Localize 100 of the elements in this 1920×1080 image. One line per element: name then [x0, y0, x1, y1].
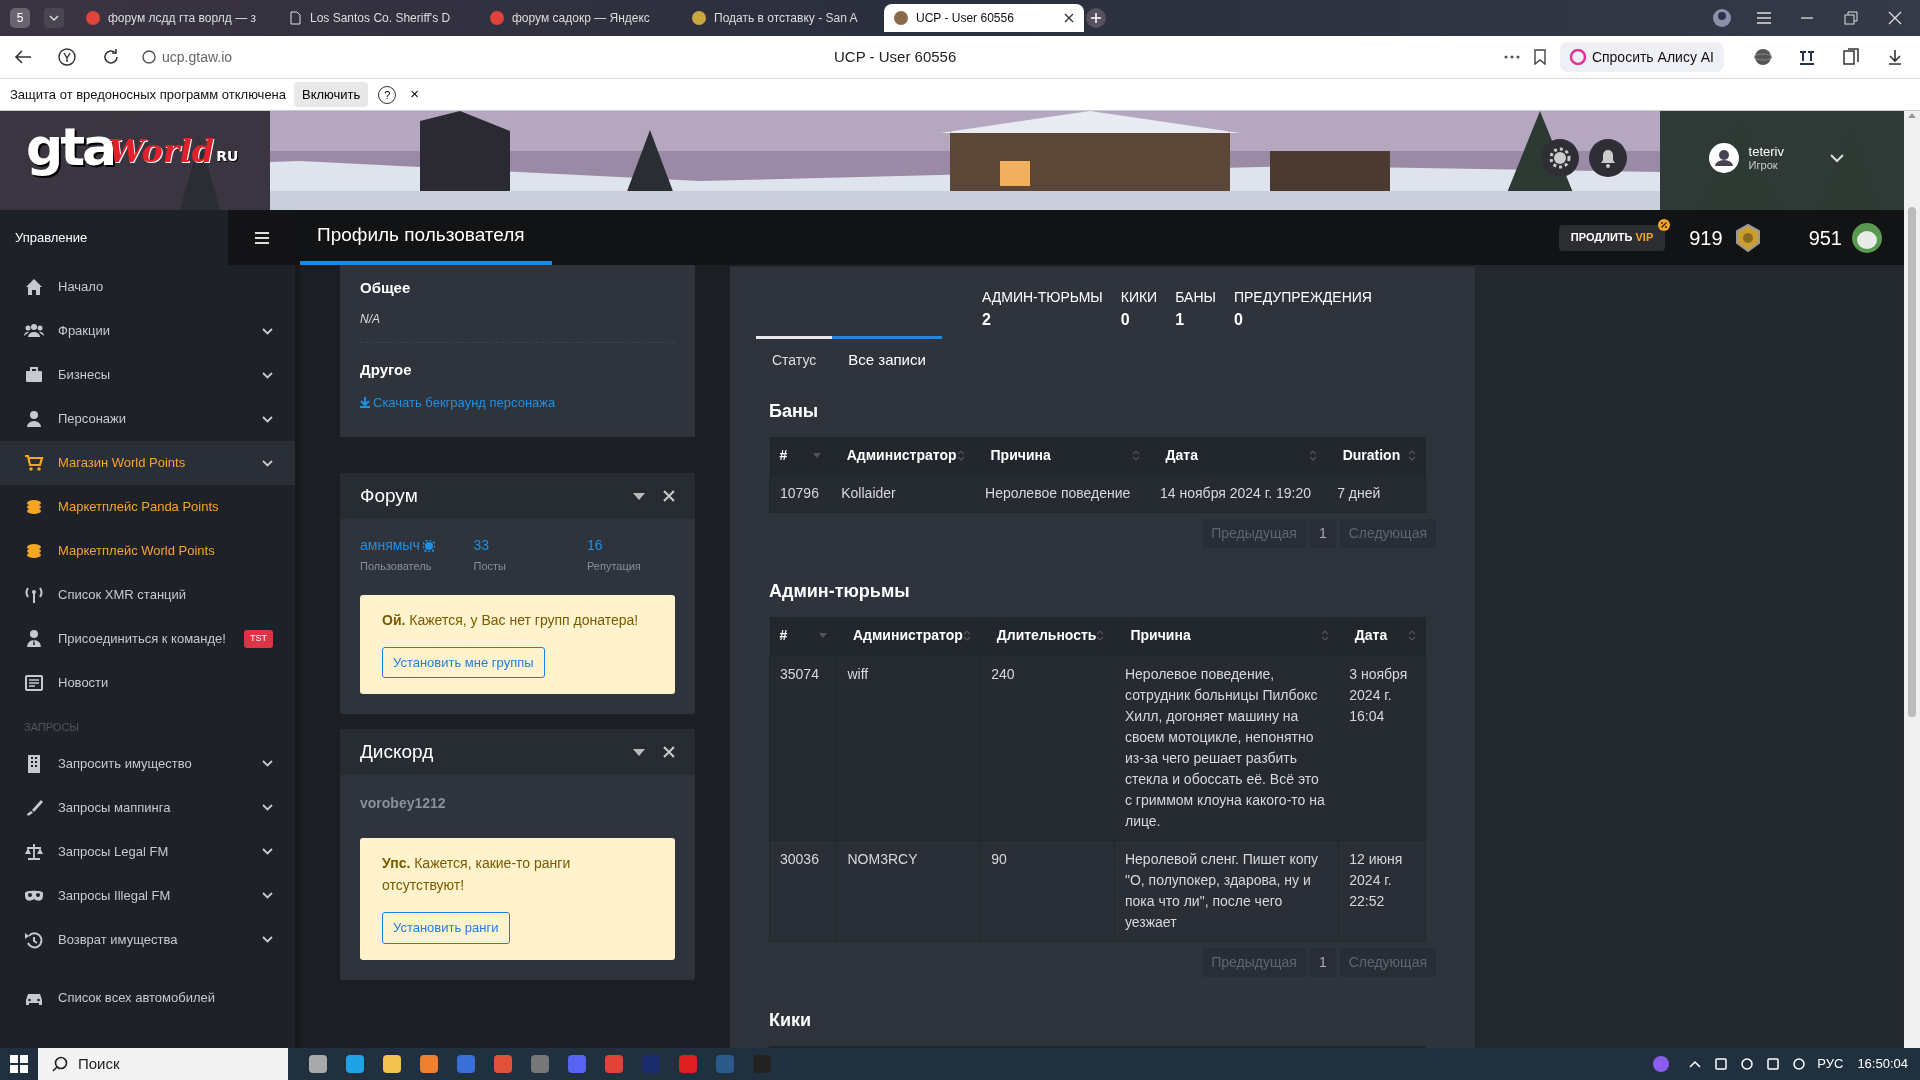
download-link[interactable]: Скачать бекграунд персонажа [360, 392, 556, 413]
download-icon[interactable] [1886, 48, 1904, 66]
clock[interactable]: 16:50:04 [1857, 1054, 1908, 1074]
enable-button[interactable]: Включить [294, 81, 369, 108]
microphone-icon[interactable] [1739, 1056, 1756, 1072]
stat-value[interactable]: амнямыч [360, 535, 420, 556]
counter-label: КИКИ [1120, 288, 1158, 307]
sidebar-item[interactable]: Присоединиться к команде! TST [0, 617, 295, 661]
sidebar-item[interactable]: Начало [0, 265, 295, 309]
reload-icon[interactable] [102, 48, 120, 66]
sidebar-item[interactable]: Бизнесы [0, 353, 295, 397]
section-title: Админ-тюрьмы [769, 580, 911, 603]
column-header[interactable]: Администратор [837, 617, 981, 655]
collections-icon[interactable] [1842, 48, 1860, 66]
counter-value: 2 [982, 310, 992, 330]
badge-label: TST [244, 630, 273, 648]
display-icon[interactable] [1765, 1056, 1782, 1072]
column-header[interactable]: # [769, 436, 831, 475]
action-button[interactable]: Установить ранги [382, 912, 510, 944]
assistant-button[interactable]: Спросить Алису AI [1559, 42, 1724, 72]
notifications-button[interactable] [1588, 139, 1627, 177]
sidebar-item[interactable]: Маркетплейс World Points [0, 529, 295, 573]
user-name[interactable]: teteriv [1748, 144, 1784, 159]
more-icon[interactable] [1503, 55, 1520, 59]
chevron-down-icon[interactable] [1830, 153, 1844, 163]
scrollbar-thumb[interactable] [1908, 207, 1916, 717]
close-button[interactable]: × [410, 83, 420, 106]
translate-icon[interactable] [1798, 48, 1816, 66]
avatar-icon[interactable] [1708, 143, 1739, 173]
warning-message: Защита от вредоносных программ отключена [10, 85, 287, 104]
language-indicator[interactable]: РУС [1817, 1054, 1844, 1074]
app-icon[interactable] [419, 1054, 439, 1074]
sidebar-item[interactable]: Магазин World Points [0, 441, 295, 485]
browser-tab[interactable]: форум садокр — Яндекс [480, 4, 680, 32]
table-cell: Неролевое поведение [974, 474, 1150, 513]
section-heading: ЗАПРОСЫ [23, 720, 81, 735]
bookmark-icon[interactable] [1533, 49, 1546, 65]
newspaper-icon [24, 673, 44, 693]
stat-label: Пользователь [360, 559, 433, 574]
browser-tab[interactable]: форум лсдд гта ворлд — з [76, 4, 276, 32]
stat-label: Посты [473, 559, 507, 574]
sidebar-item[interactable]: Новости [0, 661, 295, 705]
address-text[interactable]: ucp.gtaw.io [162, 46, 462, 68]
settings-button[interactable] [1540, 139, 1579, 177]
person-icon [24, 629, 44, 649]
close-icon[interactable] [1064, 13, 1074, 23]
column-header[interactable]: Длительность [980, 617, 1115, 655]
profile-icon[interactable] [1712, 8, 1732, 28]
column-header[interactable]: Причина [1114, 617, 1339, 655]
sidebar-item[interactable]: Запросы Illegal FM [0, 873, 295, 918]
sidebar-item[interactable]: Фракции [0, 309, 295, 353]
vip-button[interactable]: ПРОДЛИТЬ VIP [1558, 224, 1666, 251]
column-header[interactable]: # [769, 617, 837, 655]
column-header[interactable]: Дата [1149, 436, 1327, 475]
sidebar-item[interactable]: Маркетплейс Panda Points [0, 485, 295, 529]
assistant-icon[interactable] [1653, 1056, 1670, 1072]
browser-tab[interactable]: Los Santos Co. Sheriff's D [278, 4, 478, 32]
stat-value: 16 [586, 536, 603, 555]
caret-icon[interactable] [633, 748, 645, 756]
dropdown-icon[interactable] [44, 8, 64, 28]
sidebar-item[interactable]: Запросить имущество [0, 741, 295, 786]
back-icon[interactable] [14, 49, 32, 65]
app-icon[interactable] [493, 1054, 513, 1074]
start-icon[interactable] [10, 1055, 28, 1073]
sidebar-item[interactable]: Запросы маппинга [0, 785, 295, 830]
column-header[interactable]: Причина [974, 436, 1150, 475]
volume-icon[interactable] [1791, 1056, 1808, 1072]
sidebar-item[interactable]: Персонажи [0, 397, 295, 441]
app-icon[interactable] [382, 1054, 402, 1074]
action-button[interactable]: Установить мне группы [382, 646, 545, 678]
sidebar-item[interactable]: Список XMR станций [0, 573, 295, 617]
column-header[interactable]: Администратор [830, 436, 975, 475]
card-title: Дискорд [360, 739, 435, 764]
app-icon[interactable] [345, 1054, 365, 1074]
new-tab-icon[interactable] [1086, 8, 1106, 28]
globe-icon[interactable] [1754, 48, 1772, 66]
browser-tab[interactable]: UCP - User 60556 [884, 4, 1084, 32]
sidebar-item[interactable]: Список всех автомобилей [0, 975, 295, 1020]
user-role: Игрок [1748, 159, 1779, 172]
menu-icon[interactable] [1756, 11, 1772, 25]
browser-tab[interactable]: Подать в отставку - San A [682, 4, 882, 32]
coins-icon [24, 541, 44, 561]
network-icon[interactable] [1713, 1056, 1730, 1072]
column-header[interactable]: Duration [1326, 436, 1426, 475]
search-field[interactable]: Поиск [38, 1048, 288, 1080]
caret-icon[interactable] [633, 492, 645, 500]
column-header[interactable]: Дата [1338, 617, 1426, 655]
shield-icon[interactable] [58, 48, 76, 66]
sidebar-item[interactable]: Запросы Legal FM [0, 829, 295, 874]
chevron-up-icon[interactable] [1689, 1060, 1702, 1068]
help-button[interactable]: ? [378, 85, 397, 104]
section-value: N/A [360, 310, 381, 328]
restore-icon[interactable] [1844, 11, 1858, 25]
site-icon [692, 11, 706, 25]
tab-counter[interactable]: 5 [10, 8, 30, 28]
tab[interactable]: Статус [756, 336, 833, 384]
sidebar-item[interactable]: Возврат имущества [0, 917, 295, 962]
tab[interactable]: Все записи [832, 336, 942, 384]
app-icon[interactable] [308, 1054, 328, 1074]
counter-label: БАНЫ [1175, 288, 1216, 307]
